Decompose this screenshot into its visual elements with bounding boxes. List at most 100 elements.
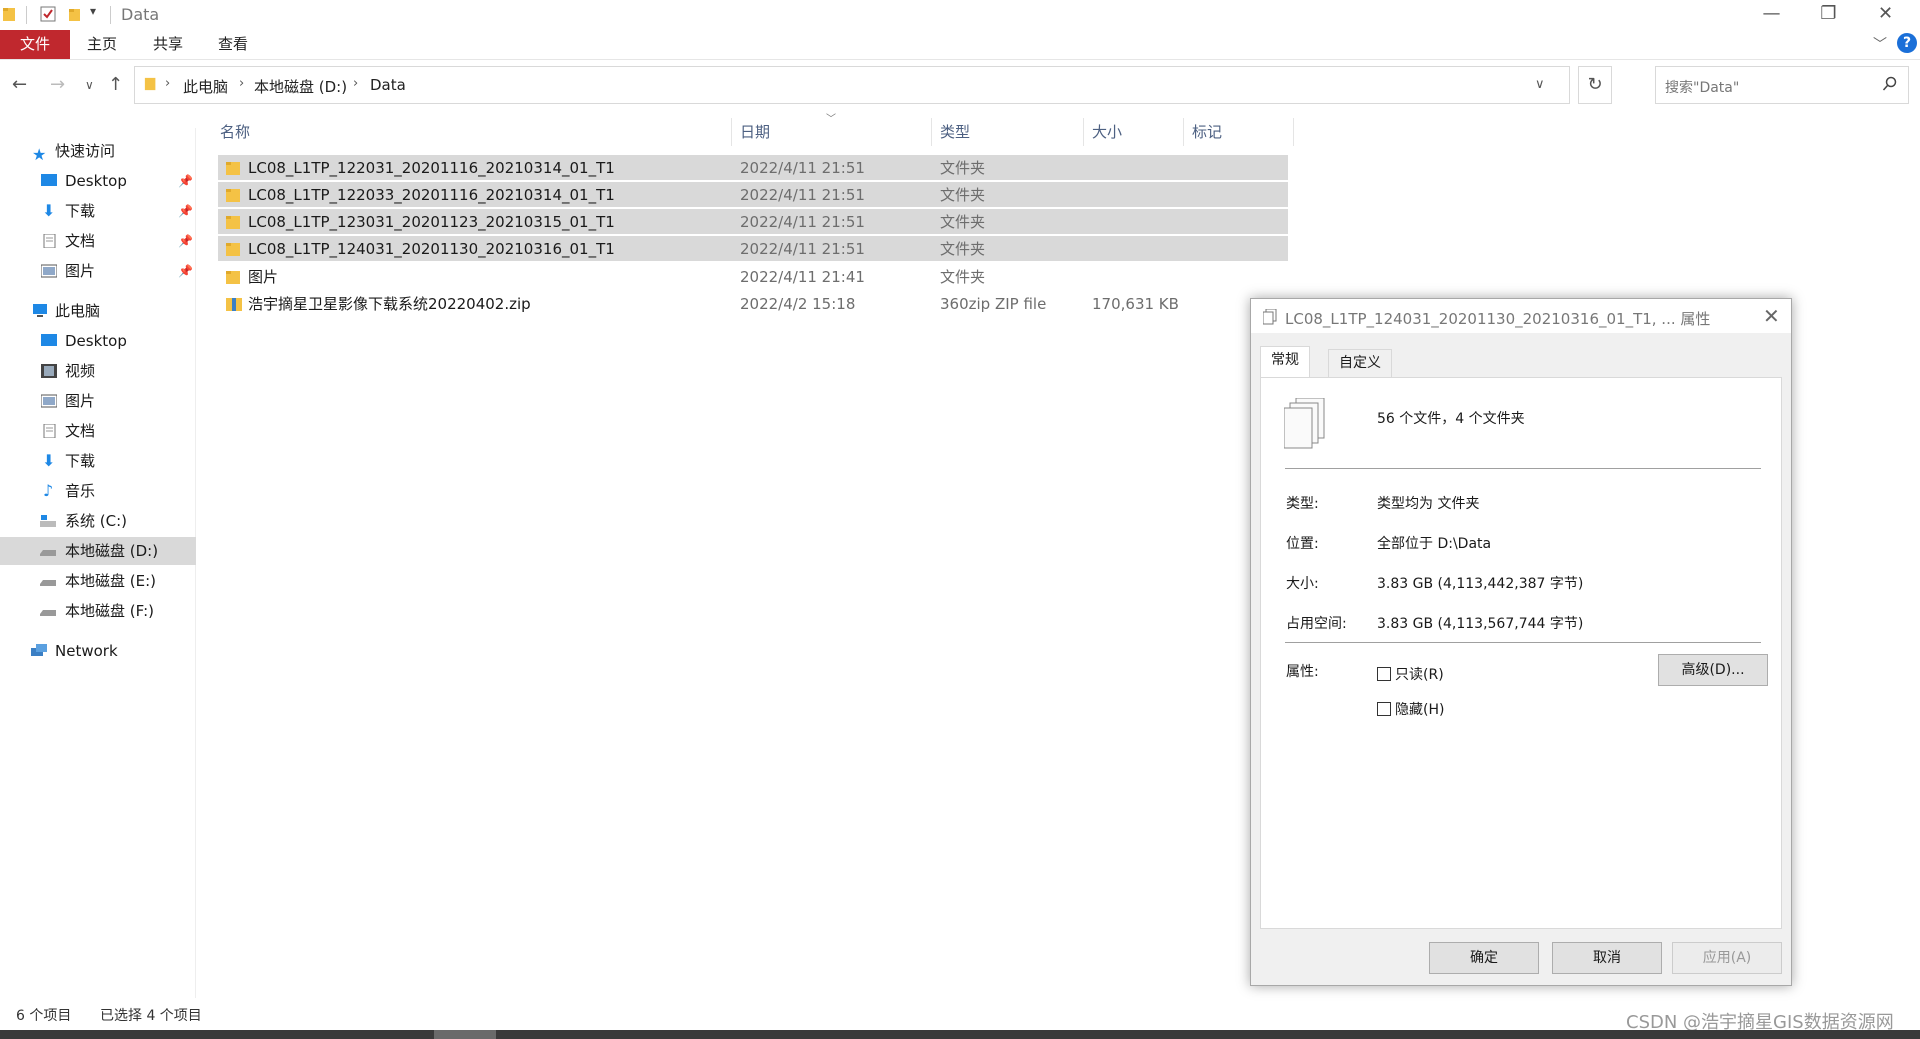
breadcrumb-data[interactable]: Data [370,76,406,94]
download-icon: ⬇ [42,201,56,220]
checkbox-box[interactable] [1377,702,1391,716]
nav-this-pc[interactable]: 此电脑 [0,297,196,325]
up-arrow-icon[interactable]: ↑ [108,74,123,95]
file-type: 文件夹 [940,240,986,258]
folder-icon [226,243,240,256]
file-row[interactable]: LC08_L1TP_122031_20201116_20210314_01_T1… [218,155,1288,181]
properties-icon[interactable] [40,6,56,22]
close-icon[interactable]: ✕ [1763,304,1780,328]
nav-item-drive-e[interactable]: 本地磁盘 (E:) [0,567,196,595]
nav-item-documents[interactable]: 文档 📌 [0,227,196,255]
pin-icon[interactable]: 📌 [178,227,193,255]
nav-item-videos[interactable]: 视频 [0,357,196,385]
navigation-bar: ← → ∨ ↑ › 此电脑 › 本地磁盘 (D:) › Data ∨ ↻ 搜索"… [0,66,1920,106]
video-icon [41,364,57,378]
file-name: 浩宇摘星卫星影像下载系统20220402.zip [248,295,531,313]
document-icon [43,234,56,248]
back-arrow-icon[interactable]: ← [12,74,27,95]
nav-item-music[interactable]: ♪ 音乐 [0,477,196,505]
search-input[interactable]: 搜索"Data" [1655,66,1909,104]
tab-general[interactable]: 常规 [1260,346,1310,378]
file-row[interactable]: LC08_L1TP_124031_20201130_20210316_01_T1… [218,236,1288,262]
file-name: LC08_L1TP_123031_20201123_20210315_01_T1 [248,213,615,231]
column-header-tags[interactable]: 标记 [1184,118,1294,146]
cancel-button[interactable]: 取消 [1552,942,1662,974]
breadcrumb-separator[interactable]: › [165,76,170,91]
minimize-button[interactable]: — [1744,0,1799,30]
nav-label: 此电脑 [55,302,101,320]
file-row[interactable]: 浩宇摘星卫星影像下载系统20220402.zip 2022/4/2 15:18 … [218,291,1288,317]
file-date: 2022/4/11 21:51 [740,213,865,231]
nav-quick-access[interactable]: ★ 快速访问 [0,137,196,165]
location-value: 全部位于 D:\Data [1377,536,1492,552]
breadcrumb-separator[interactable]: › [239,76,244,91]
expand-ribbon-icon[interactable]: ﹀ [1873,34,1887,54]
column-header-size[interactable]: 大小 [1084,118,1184,146]
nav-label: 快速访问 [55,142,116,160]
folder-icon [144,77,156,91]
size-on-disk-value: 3.83 GB (4,113,567,744 字节) [1377,616,1584,632]
nav-item-pc-documents[interactable]: 文档 [0,417,196,445]
advanced-button[interactable]: 高级(D)... [1658,654,1768,686]
folder-icon [226,189,240,202]
nav-item-pc-desktop[interactable]: Desktop [0,327,196,355]
pin-icon[interactable]: 📌 [178,197,193,225]
pin-icon[interactable]: 📌 [178,257,193,285]
nav-item-drive-c[interactable]: 系统 (C:) [0,507,196,535]
address-bar[interactable]: › 此电脑 › 本地磁盘 (D:) › Data ∨ [134,66,1570,104]
hidden-checkbox[interactable]: 隐藏(H) [1377,699,1444,719]
nav-label: 音乐 [65,482,96,500]
breadcrumb-separator[interactable]: › [353,76,358,91]
nav-network[interactable]: Network [0,637,196,665]
file-type: 文件夹 [940,268,986,286]
properties-dialog: LC08_L1TP_124031_20201130_20210316_01_T1… [1250,298,1792,986]
size-label: 大小: [1286,576,1319,592]
file-row[interactable]: 图片 2022/4/11 21:41 文件夹 [218,264,1288,290]
ok-button[interactable]: 确定 [1429,942,1539,974]
customize-toolbar-icon[interactable]: ▾ [90,4,106,20]
pin-icon[interactable]: 📌 [178,167,193,195]
nav-item-downloads[interactable]: ⬇ 下载 📌 [0,197,196,225]
nav-item-pc-downloads[interactable]: ⬇ 下载 [0,447,196,475]
readonly-checkbox[interactable]: 只读(R) [1377,664,1444,684]
chevron-down-icon[interactable]: ∨ [1535,77,1545,92]
new-folder-icon[interactable] [68,6,84,22]
nav-item-pc-pictures[interactable]: 图片 [0,387,196,415]
checkbox-box[interactable] [1377,667,1391,681]
nav-item-drive-d[interactable]: 本地磁盘 (D:) [0,537,196,565]
tab-view[interactable]: 查看 [208,30,258,59]
help-icon[interactable]: ? [1897,33,1917,53]
drive-icon [40,610,56,616]
star-icon: ★ [32,145,47,164]
search-icon[interactable] [1882,76,1898,92]
attributes-label: 属性: [1286,664,1319,680]
file-size: 170,631 KB [1092,295,1179,313]
breadcrumb-drive-d[interactable]: 本地磁盘 (D:) [254,76,347,97]
column-header-name[interactable]: 名称 [212,118,732,146]
drive-icon [40,550,56,556]
refresh-button[interactable]: ↻ [1578,66,1612,104]
tab-home[interactable]: 主页 [77,30,127,59]
breadcrumb-this-pc[interactable]: 此电脑 [183,76,228,97]
selection-summary: 56 个文件，4 个文件夹 [1377,411,1525,427]
file-row[interactable]: LC08_L1TP_123031_20201123_20210315_01_T1… [218,209,1288,235]
dialog-title-bar: LC08_L1TP_124031_20201130_20210316_01_T1… [1251,299,1791,333]
tab-share[interactable]: 共享 [143,30,193,59]
taskbar-active-item[interactable] [434,1030,496,1039]
nav-item-pictures[interactable]: 图片 📌 [0,257,196,285]
tab-custom[interactable]: 自定义 [1328,349,1392,377]
maximize-button[interactable]: ❐ [1801,0,1856,30]
ribbon: 文件 主页 共享 查看 ﹀ ? [0,30,1920,60]
forward-arrow-icon[interactable]: → [50,74,65,95]
close-button[interactable]: ✕ [1858,0,1913,30]
drive-icon [40,580,56,586]
apply-button[interactable]: 应用(A) [1672,942,1782,974]
file-row[interactable]: LC08_L1TP_122033_20201116_20210314_01_T1… [218,182,1288,208]
column-header-type[interactable]: 类型 [932,118,1084,146]
navigation-pane: ★ 快速访问 Desktop 📌 ⬇ 下载 📌 文档 📌 图片 📌 此电脑 De… [0,128,196,998]
nav-item-drive-f[interactable]: 本地磁盘 (F:) [0,597,196,625]
nav-item-desktop[interactable]: Desktop 📌 [0,167,196,195]
tab-file[interactable]: 文件 [0,30,70,59]
recent-locations-icon[interactable]: ∨ [85,78,94,92]
column-header-date[interactable]: 日期 [732,118,932,146]
